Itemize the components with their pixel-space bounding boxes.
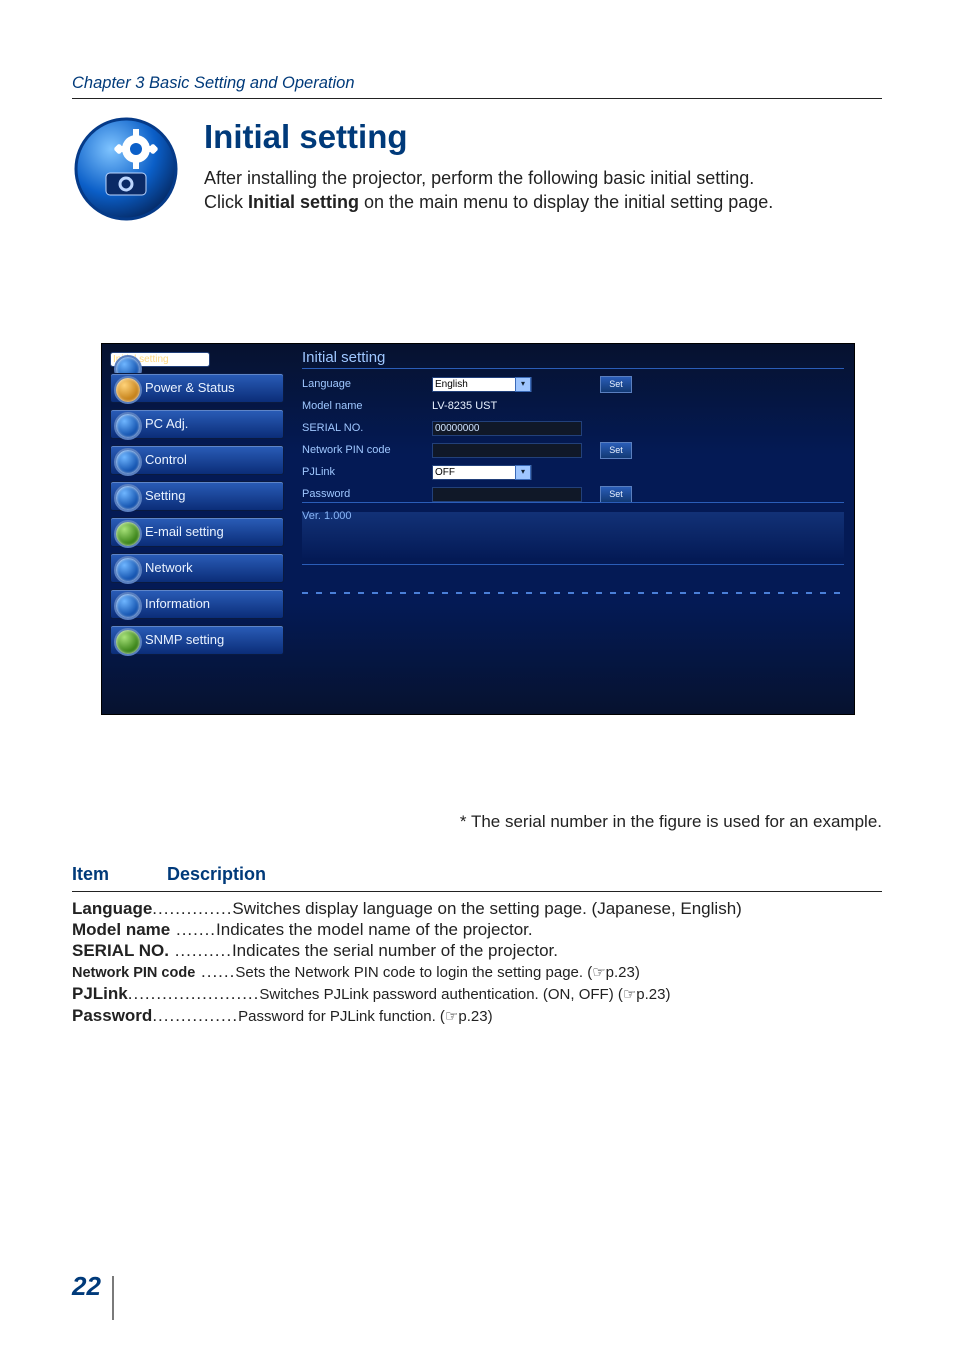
page-title: Initial setting: [204, 115, 773, 160]
desc-key: SERIAL NO.: [72, 941, 169, 960]
dots: ..............: [152, 899, 232, 918]
sidebar-item-initial-setting[interactable]: Initial setting: [110, 352, 210, 367]
sidebar-item-control[interactable]: Control: [110, 445, 284, 475]
set-button[interactable]: Set: [600, 442, 632, 459]
table-header: Item Description: [72, 862, 882, 886]
desc-row: Model name .......Indicates the model na…: [72, 919, 882, 940]
intro-line2b: on the main menu to display the initial …: [359, 192, 773, 212]
desc-row: PJLink.......................Switches PJ…: [72, 983, 882, 1005]
table-rule: [72, 891, 882, 892]
figure-caption: * The serial number in the figure is use…: [72, 811, 882, 834]
chevron-down-icon: ▾: [515, 377, 531, 392]
page-number: 22: [72, 1269, 101, 1304]
dots: .......................: [128, 984, 260, 1003]
dots: ......: [195, 962, 235, 981]
desc-key: Model name: [72, 920, 170, 939]
sidebar-item-label: PC Adj.: [145, 415, 188, 433]
page-number-bar: [112, 1276, 114, 1320]
desc-row: Network PIN code ......Sets the Network …: [72, 961, 882, 983]
label-language: Language: [302, 377, 432, 392]
sidebar-item-label: Setting: [145, 487, 185, 505]
label-pjlink: PJLink: [302, 465, 432, 480]
sidebar-item-information[interactable]: Information: [110, 589, 284, 619]
sidebar: Initial setting Power & Status PC Adj. C…: [110, 352, 284, 661]
desc-key: Network PIN code: [72, 965, 195, 981]
pjlink-select[interactable]: OFF ▾: [432, 465, 532, 480]
form: Language English ▾ Set Model name LV-8235…: [302, 374, 844, 528]
sidebar-item-email[interactable]: E-mail setting: [110, 517, 284, 547]
power-icon: [114, 376, 142, 404]
sidebar-item-network[interactable]: Network: [110, 553, 284, 583]
desc-row: Password...............Password for PJLi…: [72, 1005, 882, 1027]
chapter-heading: Chapter 3 Basic Setting and Operation: [72, 72, 882, 94]
intro-text: After installing the projector, perform …: [204, 166, 773, 215]
language-value: English: [435, 378, 468, 392]
desc-val: Sets the Network PIN code to login the s…: [235, 964, 640, 981]
highlight-band: [302, 512, 844, 558]
password-input[interactable]: [432, 487, 582, 502]
desc-val: Switches PJLink password authentication.…: [259, 986, 670, 1003]
desc-val: Switches display language on the setting…: [232, 899, 741, 918]
sidebar-item-label: Power & Status: [145, 379, 235, 397]
header-rule: [72, 98, 882, 99]
label-model: Model name: [302, 399, 432, 414]
desc-val: Indicates the serial number of the proje…: [232, 941, 558, 960]
set-button[interactable]: Set: [600, 376, 632, 393]
dotted-divider: [302, 592, 844, 594]
sidebar-item-label: Information: [145, 595, 210, 613]
network-icon: [114, 556, 142, 584]
mail-icon: [114, 520, 142, 548]
sidebar-item-label: SNMP setting: [145, 631, 224, 649]
screenshot: Initial setting Power & Status PC Adj. C…: [101, 343, 855, 715]
dots: ..........: [169, 941, 232, 960]
sidebar-item-setting[interactable]: Setting: [110, 481, 284, 511]
label-serial: SERIAL NO.: [302, 421, 432, 436]
sidebar-item-pc-adj[interactable]: PC Adj.: [110, 409, 284, 439]
desc-row: SERIAL NO. ..........Indicates the seria…: [72, 940, 882, 961]
language-select[interactable]: English ▾: [432, 377, 532, 392]
intro-line2a: Click: [204, 192, 248, 212]
sidebar-item-power-status[interactable]: Power & Status: [110, 373, 284, 403]
control-icon: [114, 448, 142, 476]
pc-icon: [114, 412, 142, 440]
description-list: Language..............Switches display l…: [72, 898, 882, 1027]
intro-bold: Initial setting: [248, 192, 359, 212]
model-value: LV-8235 UST: [432, 399, 497, 414]
desc-key: Language: [72, 899, 152, 918]
divider: [302, 564, 844, 565]
sidebar-item-label: E-mail setting: [145, 523, 224, 541]
panel-underline: [302, 368, 844, 369]
dots: .......: [170, 920, 216, 939]
pin-input[interactable]: [432, 443, 582, 458]
desc-key: Password: [72, 1006, 152, 1025]
panel-title: Initial setting: [302, 348, 385, 368]
intro-block: Initial setting After installing the pro…: [72, 115, 882, 223]
label-pin: Network PIN code: [302, 443, 432, 458]
set-button[interactable]: Set: [600, 486, 632, 503]
snmp-icon: [114, 628, 142, 656]
desc-key: PJLink: [72, 984, 128, 1003]
sidebar-item-label: Network: [145, 559, 193, 577]
info-icon: [114, 592, 142, 620]
desc-row: Language..............Switches display l…: [72, 898, 882, 919]
desc-val: Indicates the model name of the projecto…: [216, 920, 533, 939]
chevron-down-icon: ▾: [515, 465, 531, 480]
sidebar-item-label: Control: [145, 451, 187, 469]
setting-icon: [114, 484, 142, 512]
desc-val: Password for PJLink function. (☞p.23): [238, 1008, 492, 1025]
gear-icon: [72, 115, 180, 223]
col-item: Item: [72, 862, 109, 886]
pjlink-value: OFF: [435, 466, 455, 480]
serial-value: 00000000: [432, 421, 582, 436]
dots: ...............: [152, 1006, 238, 1025]
divider: [302, 502, 844, 503]
sidebar-item-snmp[interactable]: SNMP setting: [110, 625, 284, 655]
intro-line1: After installing the projector, perform …: [204, 168, 754, 188]
col-desc: Description: [167, 862, 266, 886]
label-password: Password: [302, 487, 432, 502]
